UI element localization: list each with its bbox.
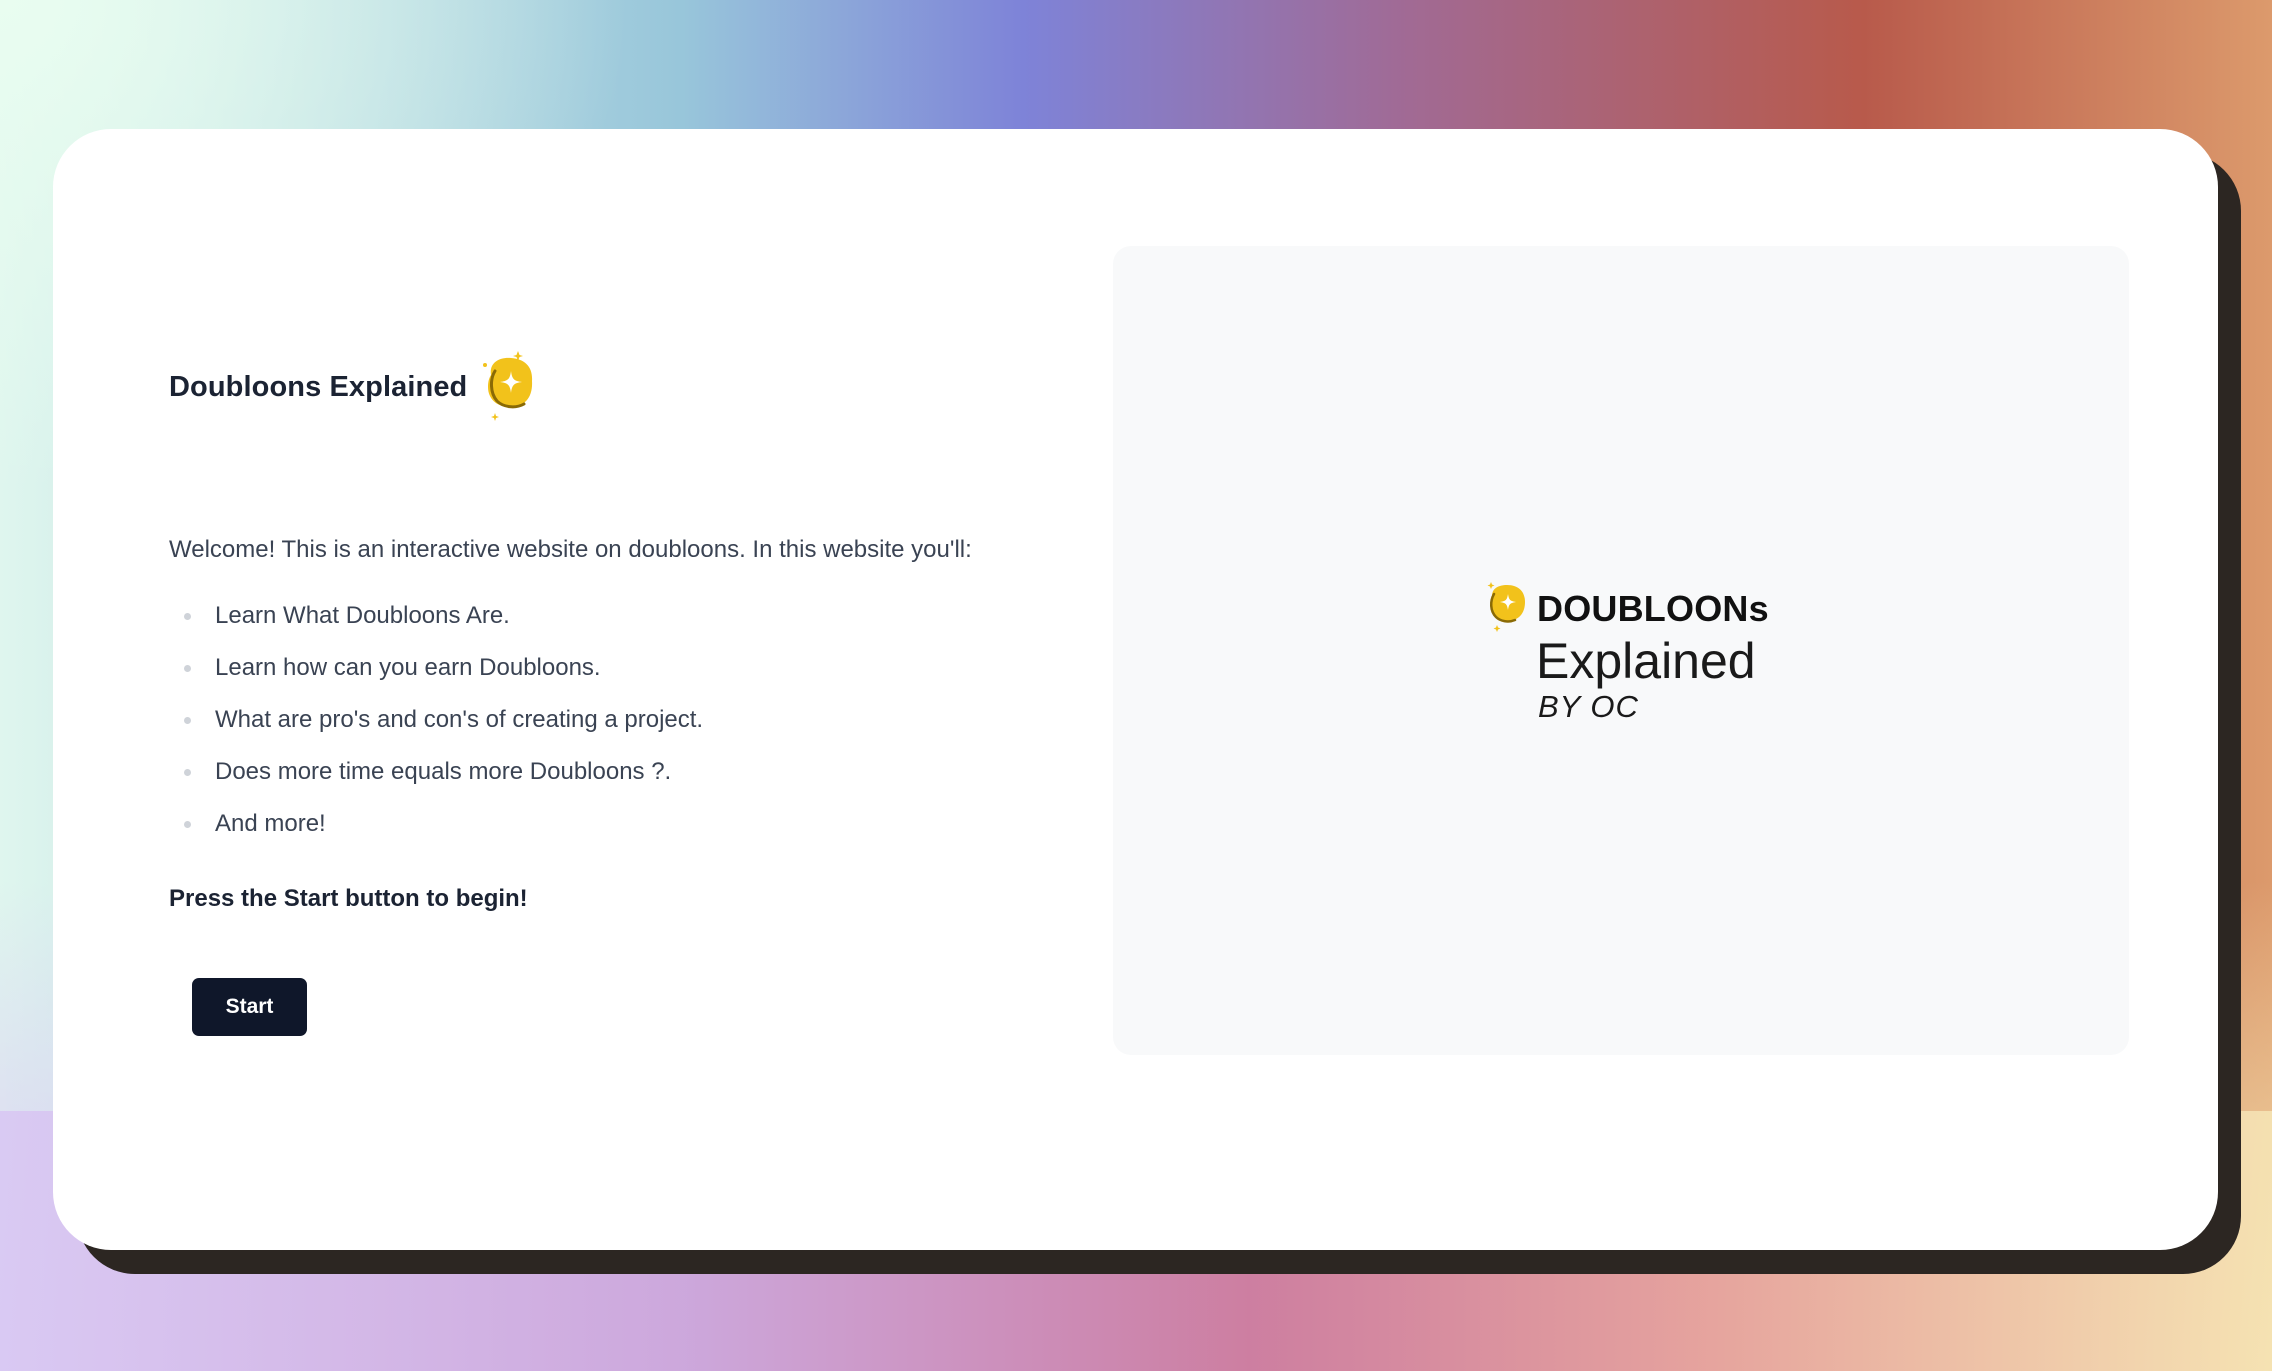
list-item: And more! xyxy=(169,807,703,859)
bullet-icon xyxy=(184,613,191,620)
bullet-icon xyxy=(184,769,191,776)
logo-byline: BY OC xyxy=(1538,689,1639,724)
bullet-icon xyxy=(184,665,191,672)
doubloon-coin-icon xyxy=(477,349,541,426)
logo-top-row: DOUBLOONs xyxy=(1483,580,1769,637)
hero-logo: DOUBLOONs Explained BY OC xyxy=(1483,580,1769,725)
list-item-label: Learn What Doubloons Are. xyxy=(215,602,510,629)
list-item-label: And more! xyxy=(215,810,326,837)
hero-image-panel: DOUBLOONs Explained BY OC xyxy=(1113,246,2129,1055)
list-item: Learn how can you earn Doubloons. xyxy=(169,651,703,703)
bullet-icon xyxy=(184,717,191,724)
start-button[interactable]: Start xyxy=(192,978,307,1036)
logo-wordmark: DOUBLOONs xyxy=(1537,587,1769,629)
page-title: Doubloons Explained xyxy=(169,371,468,403)
app-window: Doubloons Explained Welcome! This is an … xyxy=(53,129,2218,1250)
list-item-label: What are pro's and con's of creating a p… xyxy=(215,706,704,733)
bullet-icon xyxy=(184,821,191,828)
list-item-label: Learn how can you earn Doubloons. xyxy=(215,654,601,681)
list-item: What are pro's and con's of creating a p… xyxy=(169,703,703,755)
feature-list: Learn What Doubloons Are. Learn how can … xyxy=(169,599,703,859)
welcome-text: Welcome! This is an interactive website … xyxy=(169,536,972,563)
list-item: Learn What Doubloons Are. xyxy=(169,599,703,651)
logo-subtitle: Explained xyxy=(1536,633,1756,689)
list-item: Does more time equals more Doubloons ?. xyxy=(169,755,703,807)
page-header: Doubloons Explained xyxy=(169,349,541,426)
list-item-label: Does more time equals more Doubloons ?. xyxy=(215,758,672,785)
start-prompt: Press the Start button to begin! xyxy=(169,885,528,912)
doubloon-coin-icon xyxy=(1483,580,1531,637)
